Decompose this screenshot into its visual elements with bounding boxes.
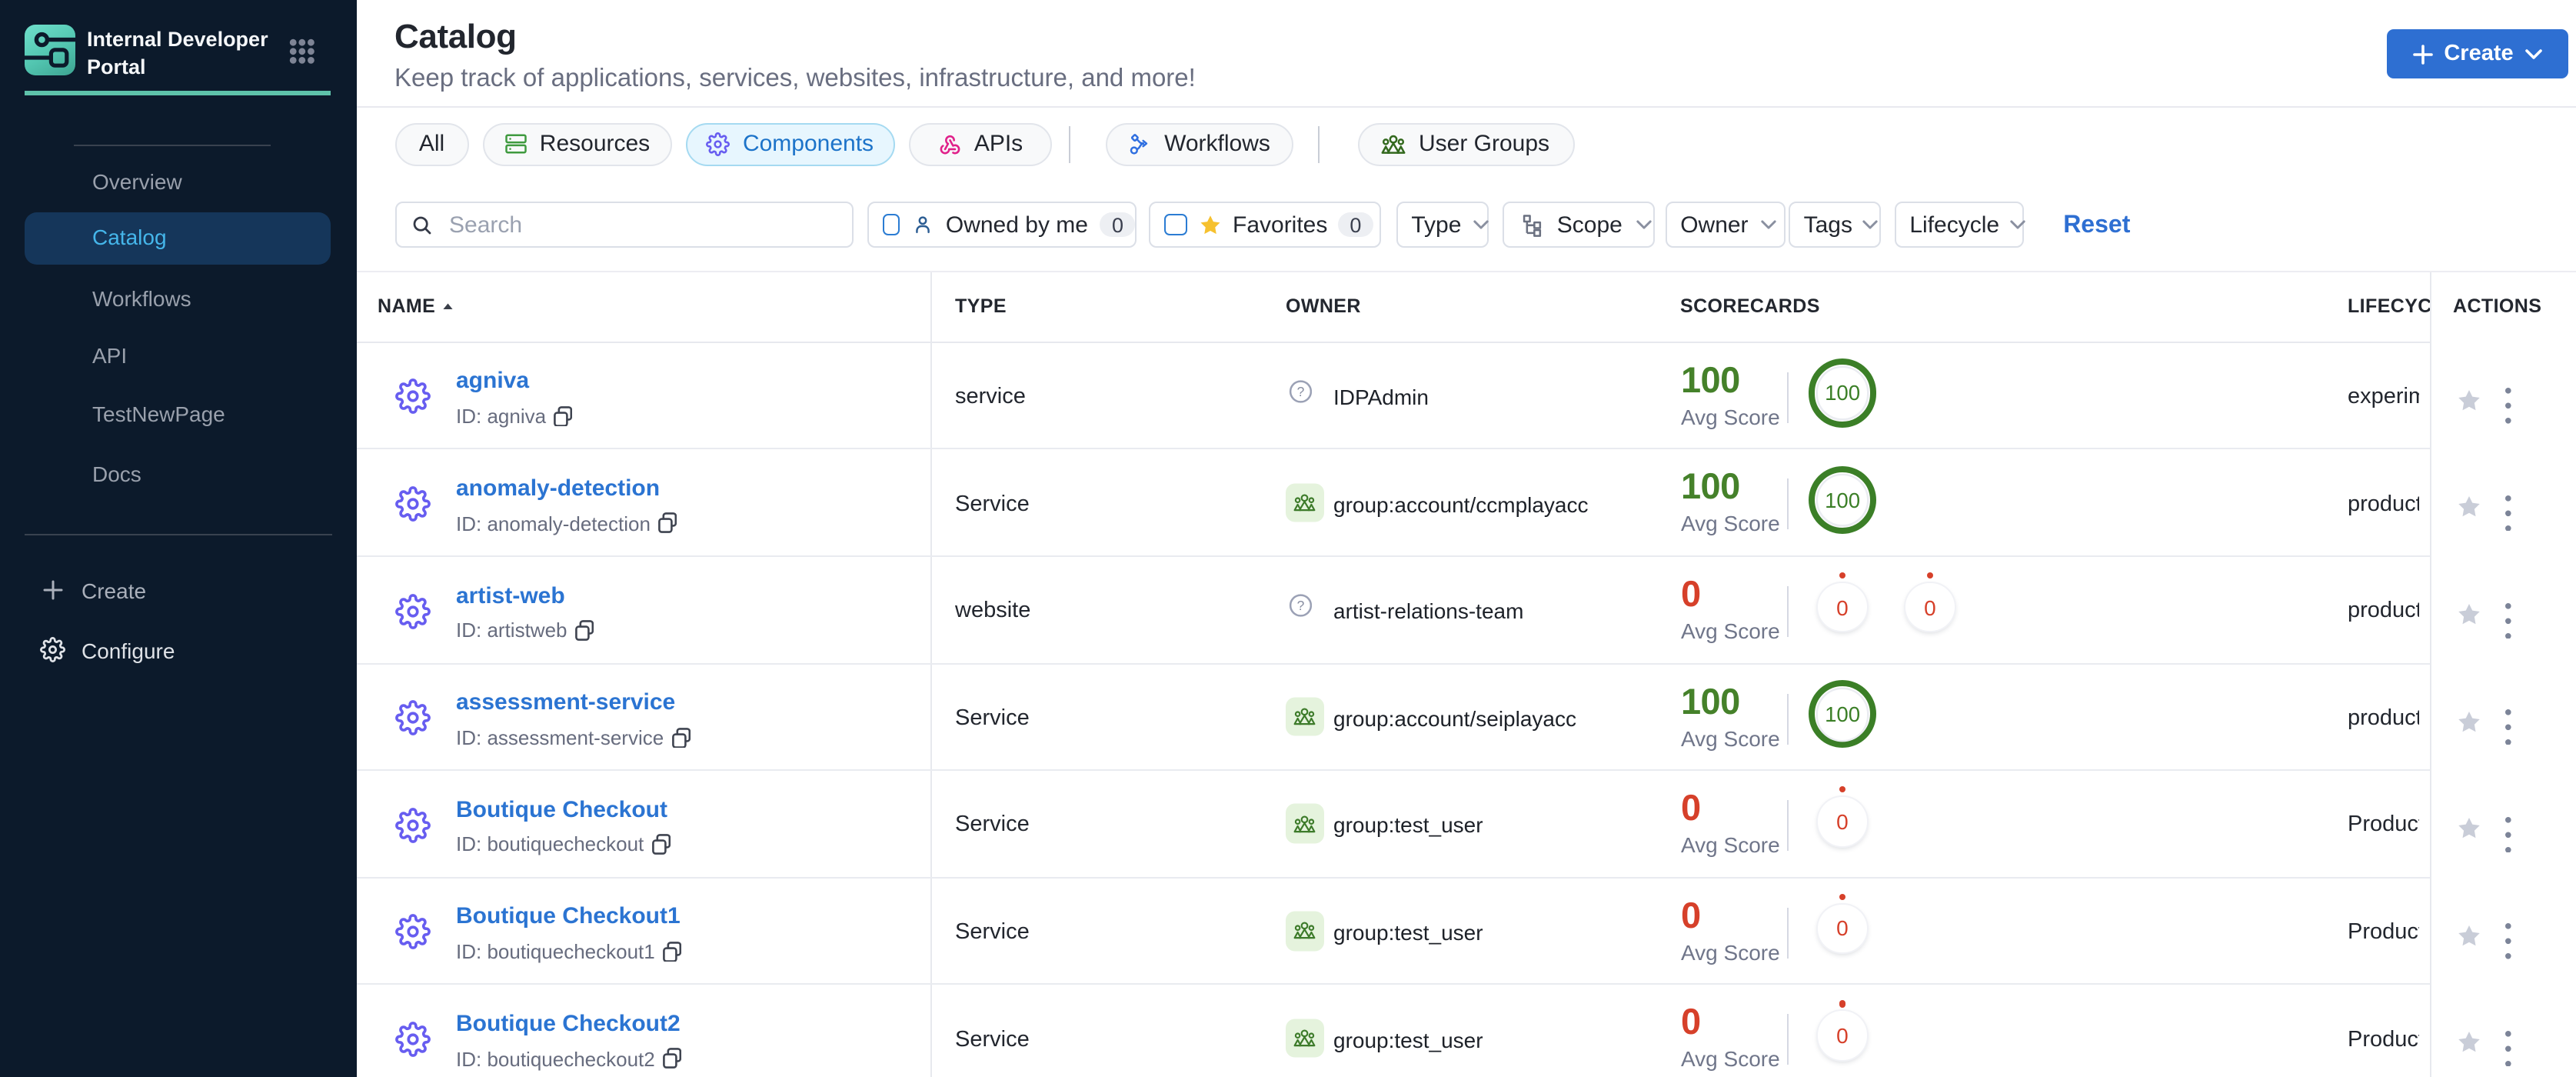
svg-text:?: ? [1296,384,1304,399]
svg-text:?: ? [1296,599,1304,614]
